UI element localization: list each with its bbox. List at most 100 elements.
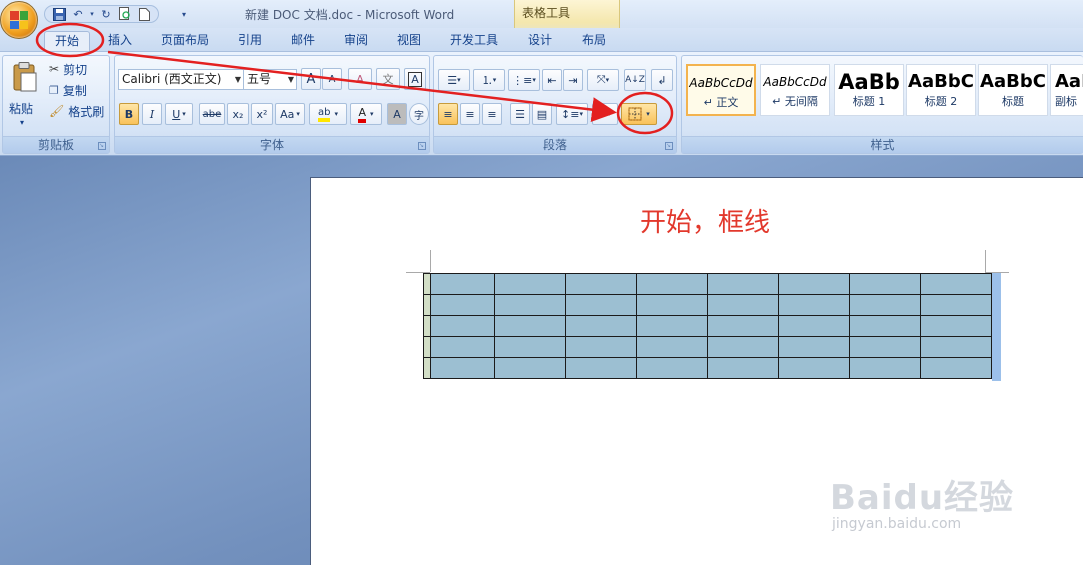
save-icon[interactable] — [51, 7, 67, 21]
table-cell[interactable] — [565, 273, 637, 295]
table-cell[interactable] — [707, 315, 779, 337]
tab-insert[interactable]: 插入 — [108, 31, 132, 51]
highlight-button[interactable]: ab ▾ — [309, 103, 347, 125]
style-normal[interactable]: AaBbCcDd ↵ 正文 — [686, 64, 756, 116]
format-painter-button[interactable]: 🖌 格式刷 — [49, 102, 104, 120]
phonetic-guide-button[interactable]: 文 — [376, 68, 400, 90]
document-table[interactable] — [423, 273, 992, 379]
character-shading-button[interactable]: A — [387, 103, 407, 125]
table-cell[interactable] — [636, 273, 708, 295]
table-cell[interactable] — [920, 336, 992, 358]
enclose-characters-button[interactable]: 字 — [409, 103, 429, 125]
new-document-icon[interactable] — [136, 7, 152, 21]
cut-button[interactable]: ✂ 剪切 — [49, 60, 87, 78]
table-cell[interactable] — [849, 336, 921, 358]
font-name-combobox[interactable]: Calibri (西文正文) ▼ — [118, 69, 244, 90]
tab-view[interactable]: 视图 — [397, 31, 421, 51]
table-cell[interactable] — [430, 336, 495, 358]
tab-references[interactable]: 引用 — [238, 31, 262, 51]
table-cell[interactable] — [920, 273, 992, 295]
table-cell[interactable] — [920, 357, 992, 379]
chinese-layout-button[interactable]: ⤧ ▾ — [587, 69, 619, 91]
align-right-button[interactable]: ≡ — [482, 103, 502, 125]
tab-review[interactable]: 审阅 — [344, 31, 368, 51]
italic-button[interactable]: I — [142, 103, 162, 125]
table-cell[interactable] — [778, 357, 850, 379]
paragraph-launcher-icon[interactable]: ↘ — [665, 142, 673, 150]
font-launcher-icon[interactable]: ↘ — [418, 142, 426, 150]
table-cell[interactable] — [778, 315, 850, 337]
table-cell[interactable] — [778, 294, 850, 316]
justify-button[interactable]: ☰ — [510, 103, 530, 125]
undo-dropdown-icon[interactable]: ▾ — [89, 7, 95, 21]
table-cell[interactable] — [565, 336, 637, 358]
table-cell[interactable] — [565, 315, 637, 337]
underline-button[interactable]: U ▾ — [165, 103, 193, 125]
print-preview-icon[interactable] — [117, 7, 133, 21]
sort-button[interactable]: A↓Z — [624, 69, 646, 91]
copy-button[interactable]: ❐ 复制 — [49, 81, 87, 99]
table-cell[interactable] — [636, 336, 708, 358]
table-cell[interactable] — [849, 315, 921, 337]
table-cell[interactable] — [920, 294, 992, 316]
font-size-combobox[interactable]: 五号 ▼ — [243, 69, 297, 90]
decrease-indent-button[interactable]: ⇤ — [542, 69, 562, 91]
tab-page-layout[interactable]: 页面布局 — [161, 31, 209, 51]
table-cell[interactable] — [430, 315, 495, 337]
table-cell[interactable] — [849, 294, 921, 316]
align-left-button[interactable]: ≡ — [438, 103, 458, 125]
strikethrough-button[interactable]: abe — [199, 103, 225, 125]
borders-button[interactable]: ▾ — [621, 103, 657, 125]
line-spacing-button[interactable]: ↕≡ ▾ — [556, 103, 588, 125]
paste-button[interactable]: 粘贴 ▾ — [7, 60, 41, 134]
table-cell[interactable] — [494, 336, 566, 358]
change-case-button[interactable]: Aa ▾ — [275, 103, 305, 125]
table-cell[interactable] — [778, 336, 850, 358]
character-border-button[interactable]: A — [404, 68, 426, 90]
table-cell[interactable] — [430, 273, 495, 295]
table-cell[interactable] — [920, 315, 992, 337]
table-cell[interactable] — [430, 357, 495, 379]
tab-mailings[interactable]: 邮件 — [291, 31, 315, 51]
table-cell[interactable] — [636, 315, 708, 337]
style-title[interactable]: AaBbC 标题 — [978, 64, 1048, 116]
redo-icon[interactable]: ↻ — [98, 7, 114, 21]
tab-home[interactable]: 开始 — [44, 31, 91, 51]
tab-developer[interactable]: 开发工具 — [450, 31, 498, 51]
tab-table-layout[interactable]: 布局 — [582, 31, 606, 51]
distribute-button[interactable]: ▤ — [532, 103, 552, 125]
shading-button[interactable]: ⛉ ▾ — [592, 103, 618, 125]
table-cell[interactable] — [565, 294, 637, 316]
font-color-button[interactable]: A ▾ — [350, 103, 382, 125]
table-cell[interactable] — [849, 357, 921, 379]
table-cell[interactable] — [494, 273, 566, 295]
clear-formatting-button[interactable]: A — [348, 68, 372, 90]
table-cell[interactable] — [636, 357, 708, 379]
multilevel-list-button[interactable]: ⋮≡ ▾ — [508, 69, 540, 91]
style-heading-2[interactable]: AaBbC 标题 2 — [906, 64, 976, 116]
table-cell[interactable] — [636, 294, 708, 316]
numbering-button[interactable]: ⒈ ▾ — [473, 69, 505, 91]
table-cell[interactable] — [849, 273, 921, 295]
align-center-button[interactable]: ≡ — [460, 103, 480, 125]
style-heading-1[interactable]: AaBb 标题 1 — [834, 64, 904, 116]
show-marks-button[interactable]: ↲ — [651, 69, 673, 91]
table-cell[interactable] — [494, 357, 566, 379]
increase-indent-button[interactable]: ⇥ — [563, 69, 583, 91]
style-subtitle[interactable]: AaB 副标 — [1050, 64, 1083, 116]
shrink-font-button[interactable]: A — [322, 68, 342, 90]
table-cell[interactable] — [707, 273, 779, 295]
bullets-button[interactable]: ☰ ▾ — [438, 69, 470, 91]
bold-button[interactable]: B — [119, 103, 139, 125]
office-button[interactable] — [0, 1, 38, 39]
tab-table-design[interactable]: 设计 — [528, 31, 552, 51]
table-cell[interactable] — [494, 315, 566, 337]
table-cell[interactable] — [707, 294, 779, 316]
style-no-spacing[interactable]: AaBbCcDd ↵ 无间隔 — [760, 64, 830, 116]
table-cell[interactable] — [707, 357, 779, 379]
table-cell[interactable] — [430, 294, 495, 316]
superscript-button[interactable]: x² — [251, 103, 273, 125]
customize-arrow-icon[interactable]: ▾ — [176, 7, 192, 21]
subscript-button[interactable]: x₂ — [227, 103, 249, 125]
table-cell[interactable] — [778, 273, 850, 295]
